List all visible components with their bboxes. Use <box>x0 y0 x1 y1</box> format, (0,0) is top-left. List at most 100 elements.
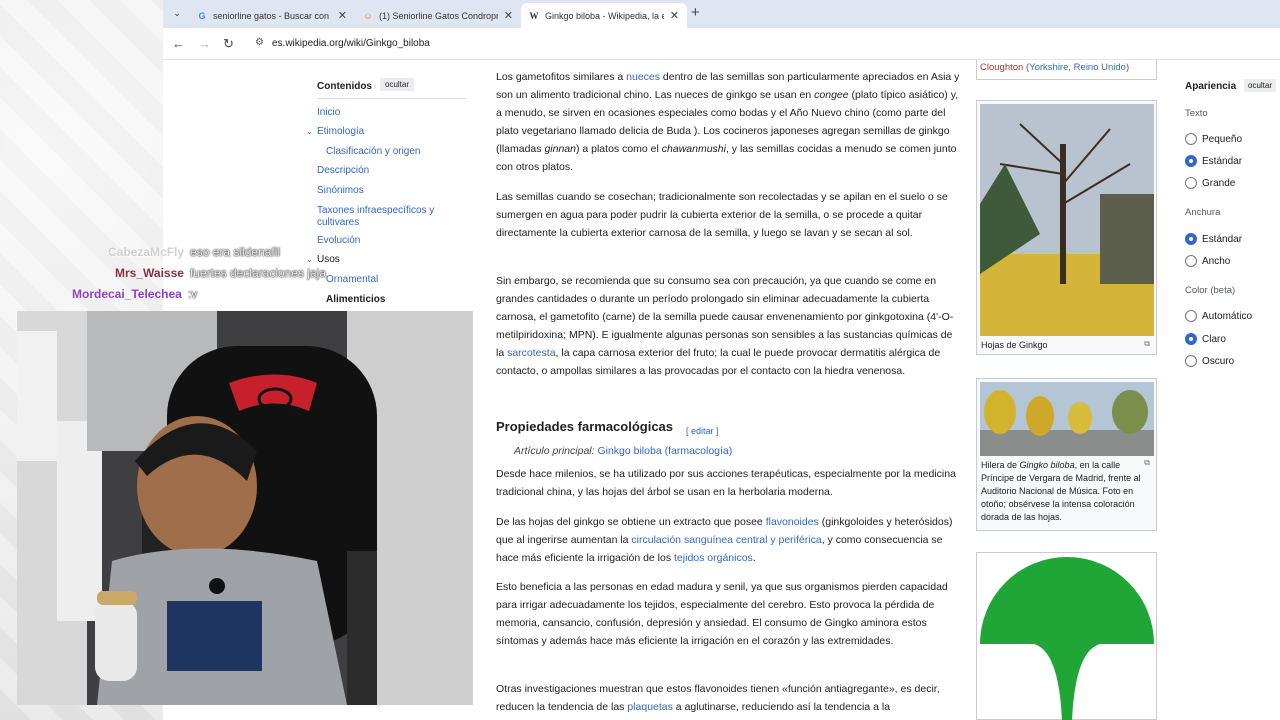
article-paragraph: Los gametofitos similares a nueces dentr… <box>496 68 962 176</box>
radio-text-small[interactable] <box>1185 133 1197 145</box>
ginkgo-tree-photo[interactable] <box>980 104 1154 336</box>
text-italic: congee <box>814 89 849 101</box>
toc-item-etimologia[interactable]: Etimología <box>317 126 457 138</box>
toc-heading: Contenidos <box>317 81 372 92</box>
radio-text-standard[interactable] <box>1185 155 1197 167</box>
radio-label: Estándar <box>1202 156 1243 167</box>
text: ) a platos como el <box>575 143 662 155</box>
radio-label: Grande <box>1202 178 1236 189</box>
url-field[interactable]: es.wikipedia.org/wiki/Ginkgo_biloba <box>272 38 430 49</box>
radio-color-light[interactable] <box>1185 333 1197 345</box>
wikipedia-icon: W <box>529 10 539 21</box>
toc-item-evolucion[interactable]: Evolución <box>317 235 457 247</box>
browser-tab[interactable]: ☺ (1) Seniorline Gatos Condropro ✕ <box>355 3 521 28</box>
link-flavonoides[interactable]: flavonoides <box>766 516 819 528</box>
chat-message: Mordecai_Telechea :v <box>72 287 197 301</box>
tab-title: (1) Seniorline Gatos Condropro <box>379 10 498 21</box>
chat-username: Mrs_Waisse <box>115 266 184 280</box>
radio-width-standard[interactable] <box>1185 233 1197 245</box>
radio-label: Pequeño <box>1202 134 1243 145</box>
text: . <box>752 552 756 564</box>
toc-divider <box>317 98 467 99</box>
site-info-icon[interactable]: ⚙ <box>255 37 264 48</box>
browser-tab[interactable]: G seniorline gatos - Buscar con G ✕ <box>189 3 355 28</box>
chat-username: CabezaMcFly <box>108 245 185 259</box>
radio-color-auto[interactable] <box>1185 310 1197 322</box>
webcam-scene <box>17 311 473 705</box>
article-paragraph: Esto beneficia a las personas en edad ma… <box>496 581 948 647</box>
text-italic: chawanmushi <box>661 143 726 155</box>
chat-text: eso era sildenafil <box>190 245 281 259</box>
chat-message: Mrs_Waisse fuertes declaraciones jaja <box>115 266 326 280</box>
chat-text: fuertes declaraciones jaja <box>189 266 327 280</box>
ginkgo-street-photo[interactable] <box>980 382 1154 456</box>
radio-label: Estándar <box>1202 234 1243 245</box>
chat-username: Mordecai_Telechea <box>72 287 182 301</box>
chevron-down-icon[interactable]: ⌄ <box>306 127 313 136</box>
tab-search-icon[interactable]: ⌄ <box>169 5 185 21</box>
close-tab-icon[interactable]: ✕ <box>670 9 679 22</box>
browser-tab-active[interactable]: W Ginkgo biloba - Wikipedia, la e ✕ <box>521 3 687 28</box>
google-icon: G <box>198 10 206 21</box>
cat-face-icon: ☺ <box>363 10 373 21</box>
link-tejidos[interactable]: tejidos orgánicos <box>674 552 753 564</box>
link-circulacion[interactable]: circulación sanguínea central y periféri… <box>631 534 821 546</box>
radio-label: Ancho <box>1202 256 1231 267</box>
text: Hilera de <box>981 460 1020 470</box>
toc-item-sinonimos[interactable]: Sinónimos <box>317 185 457 197</box>
tab-title: Ginkgo biloba - Wikipedia, la e <box>545 10 664 21</box>
link-sarcotesta[interactable]: sarcotesta <box>507 347 555 359</box>
toc-item-taxones[interactable]: Taxones infraespecíficos y cultivares <box>317 205 457 229</box>
appearance-hide-button[interactable]: ocultar <box>1244 79 1277 92</box>
toc-item-clasificacion[interactable]: Clasificación y origen <box>326 146 466 158</box>
article-paragraph: Otras investigaciones muestran que estos… <box>496 680 962 716</box>
color-label: Color (beta) <box>1185 285 1236 296</box>
new-tab-icon[interactable]: + <box>691 4 700 21</box>
width-label: Anchura <box>1185 207 1221 218</box>
figure-ginkgo-leaf-symbol <box>976 552 1157 720</box>
toc-item-ornamental[interactable]: Ornamental <box>326 274 466 286</box>
browser-tab-bar: ⌄ G seniorline gatos - Buscar con G ✕ ☺ … <box>163 0 1280 28</box>
reload-icon[interactable]: ↻ <box>223 36 234 52</box>
figure-frame <box>976 60 1157 80</box>
text-italic: Gingko biloba <box>1019 460 1075 470</box>
chevron-down-icon[interactable]: ⌄ <box>306 255 313 264</box>
text: De las hojas del ginkgo se obtiene un ex… <box>496 516 766 528</box>
back-icon[interactable]: ← <box>172 36 185 51</box>
toc-item-descripcion[interactable]: Descripción <box>317 165 457 177</box>
article-paragraph: De las hojas del ginkgo se obtiene un ex… <box>496 513 962 567</box>
text-italic: ginnan <box>544 143 576 155</box>
text: Los gametofitos similares a <box>496 71 627 83</box>
close-tab-icon[interactable]: ✕ <box>504 9 513 22</box>
close-tab-icon[interactable]: ✕ <box>338 9 347 22</box>
link-main-article[interactable]: Ginkgo biloba (farmacología) <box>597 445 732 457</box>
enlarge-icon[interactable]: ⧉ <box>1144 458 1150 468</box>
article-content: Los gametofitos similares a nueces dentr… <box>496 60 962 720</box>
radio-width-wide[interactable] <box>1185 255 1197 267</box>
chat-text: :v <box>187 287 198 301</box>
tab-title: seniorline gatos - Buscar con G <box>213 10 332 21</box>
text-size-label: Texto <box>1185 108 1208 119</box>
radio-text-large[interactable] <box>1185 177 1197 189</box>
text: a aglutinarse, reduciendo así la tendenc… <box>672 701 891 713</box>
link-plaquetas[interactable]: plaquetas <box>627 701 673 713</box>
toc-hide-button[interactable]: ocultar <box>380 78 415 91</box>
figure-ginkgo-street: Hilera de Gingko biloba, en la calle Prí… <box>976 378 1157 531</box>
figure-caption: Hojas de Ginkgo <box>981 340 1048 350</box>
radio-color-dark[interactable] <box>1185 355 1197 367</box>
address-bar: ← → ↻ ⚙ es.wikipedia.org/wiki/Ginkgo_bil… <box>163 28 1280 60</box>
appearance-panel: Apariencia ocultar Texto Pequeño Estánda… <box>1172 60 1280 720</box>
webcam-feed <box>17 311 473 705</box>
toc-item-usos[interactable]: Usos <box>317 254 457 266</box>
toc-item-alimenticios[interactable]: Alimenticios <box>326 294 466 306</box>
enlarge-icon[interactable]: ⧉ <box>1144 339 1150 349</box>
link-nueces[interactable]: nueces <box>626 71 660 83</box>
article-paragraph: Sin embargo, se recomienda que su consum… <box>496 272 962 380</box>
text: , la capa carnosa exterior del fruto; la… <box>496 347 941 377</box>
main-article-note: Artículo principal: Ginkgo biloba (farma… <box>514 442 732 460</box>
radio-label: Automático <box>1202 311 1253 322</box>
edit-section-link[interactable]: [ editar ] <box>686 422 719 440</box>
toc-item-inicio[interactable]: Inicio <box>317 107 457 119</box>
chat-message: CabezaMcFly eso era sildenafil <box>108 245 280 259</box>
forward-icon[interactable]: → <box>198 36 211 51</box>
